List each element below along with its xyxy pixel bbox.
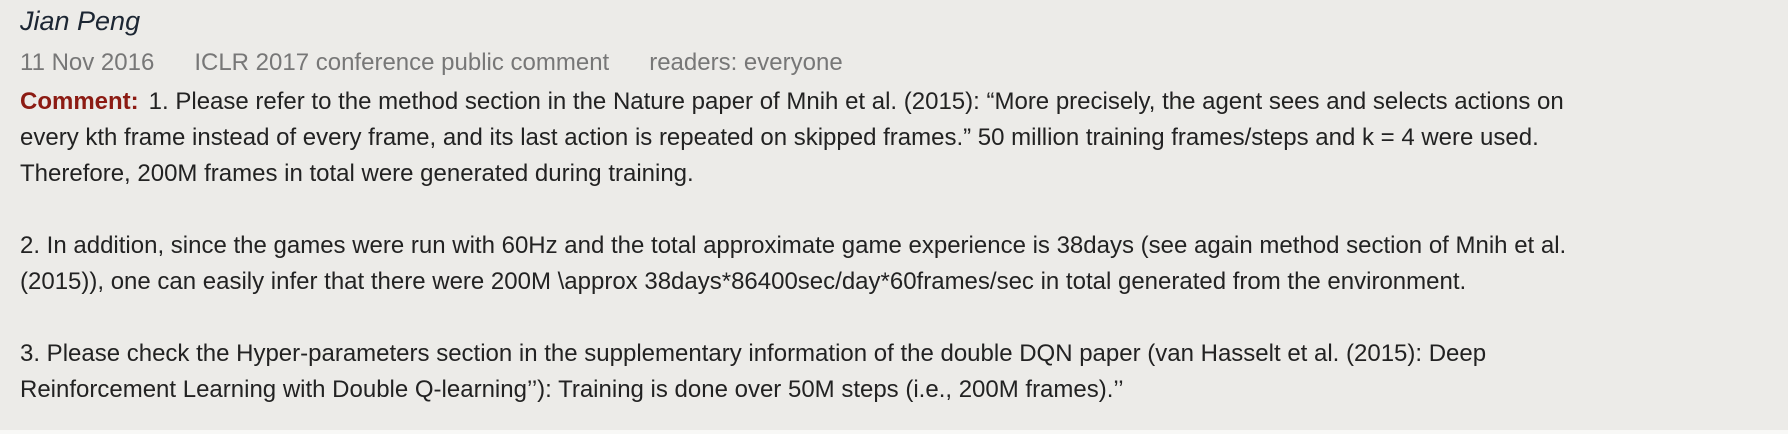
note-meta: 11 Nov 2016 ICLR 2017 conference public …: [20, 46, 843, 80]
comment-paragraph-1: Comment: 1. Please refer to the method se…: [20, 84, 1720, 192]
author-name[interactable]: Jian Peng: [20, 2, 140, 40]
comment-body: Comment: 1. Please refer to the method se…: [20, 84, 1720, 408]
comment-paragraph-3: 3. Please check the Hyper-parameters sec…: [20, 340, 1487, 403]
note-readers: readers: everyone: [649, 49, 843, 76]
comment-note: Jian Peng 11 Nov 2016 ICLR 2017 conferen…: [0, 0, 1788, 430]
comment-paragraph-2: 2. In addition, since the games were run…: [20, 232, 1567, 295]
note-date: 11 Nov 2016: [20, 49, 155, 76]
comment-paragraph-1-text: 1. Please refer to the method section in…: [20, 88, 1564, 187]
page-bottom-border: [0, 430, 1788, 434]
note-invitation: ICLR 2017 conference public comment: [194, 49, 610, 76]
comment-label: Comment:: [20, 88, 139, 115]
